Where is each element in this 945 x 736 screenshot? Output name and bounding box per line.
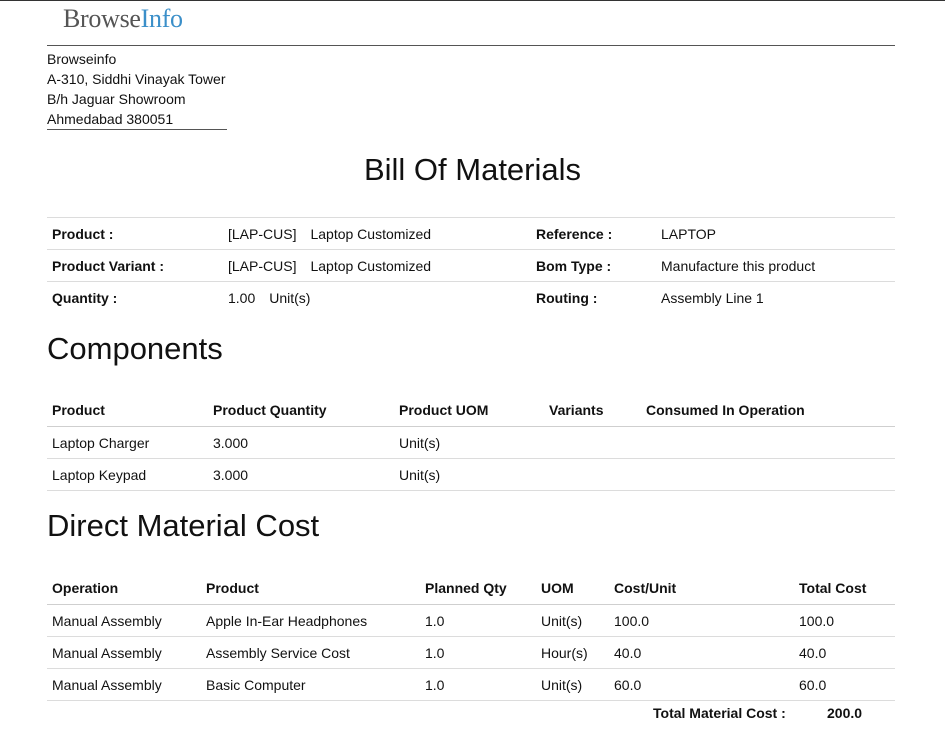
- col-planned-qty: Planned Qty: [420, 572, 536, 605]
- table-row: Laptop Keypad 3.000 Unit(s): [47, 458, 895, 491]
- reference-label: Reference :: [531, 217, 656, 250]
- cost-product: Basic Computer: [201, 668, 420, 701]
- col-product-quantity: Product Quantity: [208, 394, 394, 427]
- cost-product: Apple In-Ear Headphones: [201, 604, 420, 637]
- component-variants: [544, 426, 641, 459]
- cost-per-unit: 100.0: [609, 604, 794, 637]
- routing-label: Routing :: [531, 281, 656, 313]
- bom-type-label: Bom Type :: [531, 249, 656, 282]
- col-product: Product: [47, 394, 208, 427]
- col-variants: Variants: [544, 394, 641, 427]
- variant-label: Product Variant :: [47, 249, 223, 282]
- component-variants: [544, 458, 641, 491]
- cost-total: 60.0: [794, 668, 895, 701]
- cost-operation: Manual Assembly: [47, 604, 201, 637]
- cost-per-unit: 60.0: [609, 668, 794, 701]
- component-uom: Unit(s): [394, 426, 544, 459]
- company-logo: BrowseInfo: [63, 4, 183, 34]
- address-line-2: B/h Jaguar Showroom: [47, 91, 186, 107]
- cost-uom: Unit(s): [536, 604, 609, 637]
- components-heading: Components: [47, 331, 223, 366]
- variant-value: [LAP-CUS] Laptop Customized: [223, 249, 531, 282]
- product-value: [LAP-CUS] Laptop Customized: [223, 217, 531, 250]
- page-title: Bill Of Materials: [363, 152, 582, 187]
- col-consumed-in-operation: Consumed In Operation: [641, 394, 895, 427]
- col-product-uom: Product UOM: [394, 394, 544, 427]
- total-material-cost-label: Total Material Cost :: [653, 705, 786, 721]
- quantity-value: 1.00 Unit(s): [223, 281, 531, 313]
- col-cost-unit: Cost/Unit: [609, 572, 794, 605]
- component-uom: Unit(s): [394, 458, 544, 491]
- cost-uom: Unit(s): [536, 668, 609, 701]
- company-address: Browseinfo A-310, Siddhi Vinayak Tower B…: [47, 49, 228, 130]
- quantity-number: 1.00: [228, 289, 256, 306]
- col-uom: UOM: [536, 572, 609, 605]
- info-row-quantity: Quantity : 1.00 Unit(s) Routing : Assembl…: [47, 281, 895, 313]
- col-total-cost: Total Cost: [794, 572, 895, 605]
- bom-info-table: Product : [LAP-CUS] Laptop Customized Ref…: [47, 217, 895, 313]
- col-product: Product: [201, 572, 420, 605]
- component-product: Laptop Keypad: [47, 458, 208, 491]
- logo-text-browse: Browse: [63, 4, 141, 33]
- table-row: Manual Assembly Apple In-Ear Headphones …: [47, 604, 895, 637]
- components-table: Product Product Quantity Product UOM Var…: [47, 394, 895, 491]
- material-cost-heading: Direct Material Cost: [47, 508, 320, 543]
- component-operation: [641, 426, 895, 459]
- quantity-uom: Unit(s): [269, 289, 311, 306]
- info-row-variant: Product Variant : [LAP-CUS] Laptop Custom…: [47, 249, 895, 282]
- components-header-row: Product Product Quantity Product UOM Var…: [47, 394, 895, 427]
- cost-per-unit: 40.0: [609, 636, 794, 669]
- variant-code: [LAP-CUS]: [228, 257, 297, 274]
- component-quantity: 3.000: [208, 458, 394, 491]
- material-cost-table: Operation Product Planned Qty UOM Cost/U…: [47, 572, 895, 701]
- cost-planned-qty: 1.0: [420, 604, 536, 637]
- product-label: Product :: [47, 217, 223, 250]
- variant-name: Laptop Customized: [310, 257, 432, 274]
- address-line-1: A-310, Siddhi Vinayak Tower: [47, 71, 226, 87]
- component-operation: [641, 458, 895, 491]
- table-row: Laptop Charger 3.000 Unit(s): [47, 426, 895, 459]
- address-city: Ahmedabad 380051: [47, 111, 174, 127]
- quantity-label: Quantity :: [47, 281, 223, 313]
- component-quantity: 3.000: [208, 426, 394, 459]
- product-code: [LAP-CUS]: [228, 225, 297, 242]
- product-name: Laptop Customized: [310, 225, 432, 242]
- component-product: Laptop Charger: [47, 426, 208, 459]
- material-cost-header-row: Operation Product Planned Qty UOM Cost/U…: [47, 572, 895, 605]
- cost-product: Assembly Service Cost: [201, 636, 420, 669]
- total-material-cost-value: 200.0: [827, 705, 863, 721]
- cost-total: 100.0: [794, 604, 895, 637]
- routing-value: Assembly Line 1: [656, 281, 895, 313]
- bom-type-value: Manufacture this product: [656, 249, 895, 282]
- col-operation: Operation: [47, 572, 201, 605]
- table-row: Manual Assembly Basic Computer 1.0 Unit(…: [47, 668, 895, 701]
- info-row-product: Product : [LAP-CUS] Laptop Customized Ref…: [47, 217, 895, 250]
- company-name: Browseinfo: [47, 51, 117, 67]
- reference-value: LAPTOP: [656, 217, 895, 250]
- cost-planned-qty: 1.0: [420, 636, 536, 669]
- cost-uom: Hour(s): [536, 636, 609, 669]
- table-row: Manual Assembly Assembly Service Cost 1.…: [47, 636, 895, 669]
- cost-operation: Manual Assembly: [47, 668, 201, 701]
- cost-total: 40.0: [794, 636, 895, 669]
- logo-text-info: Info: [140, 4, 183, 33]
- cost-operation: Manual Assembly: [47, 636, 201, 669]
- cost-planned-qty: 1.0: [420, 668, 536, 701]
- header-divider: [47, 45, 895, 46]
